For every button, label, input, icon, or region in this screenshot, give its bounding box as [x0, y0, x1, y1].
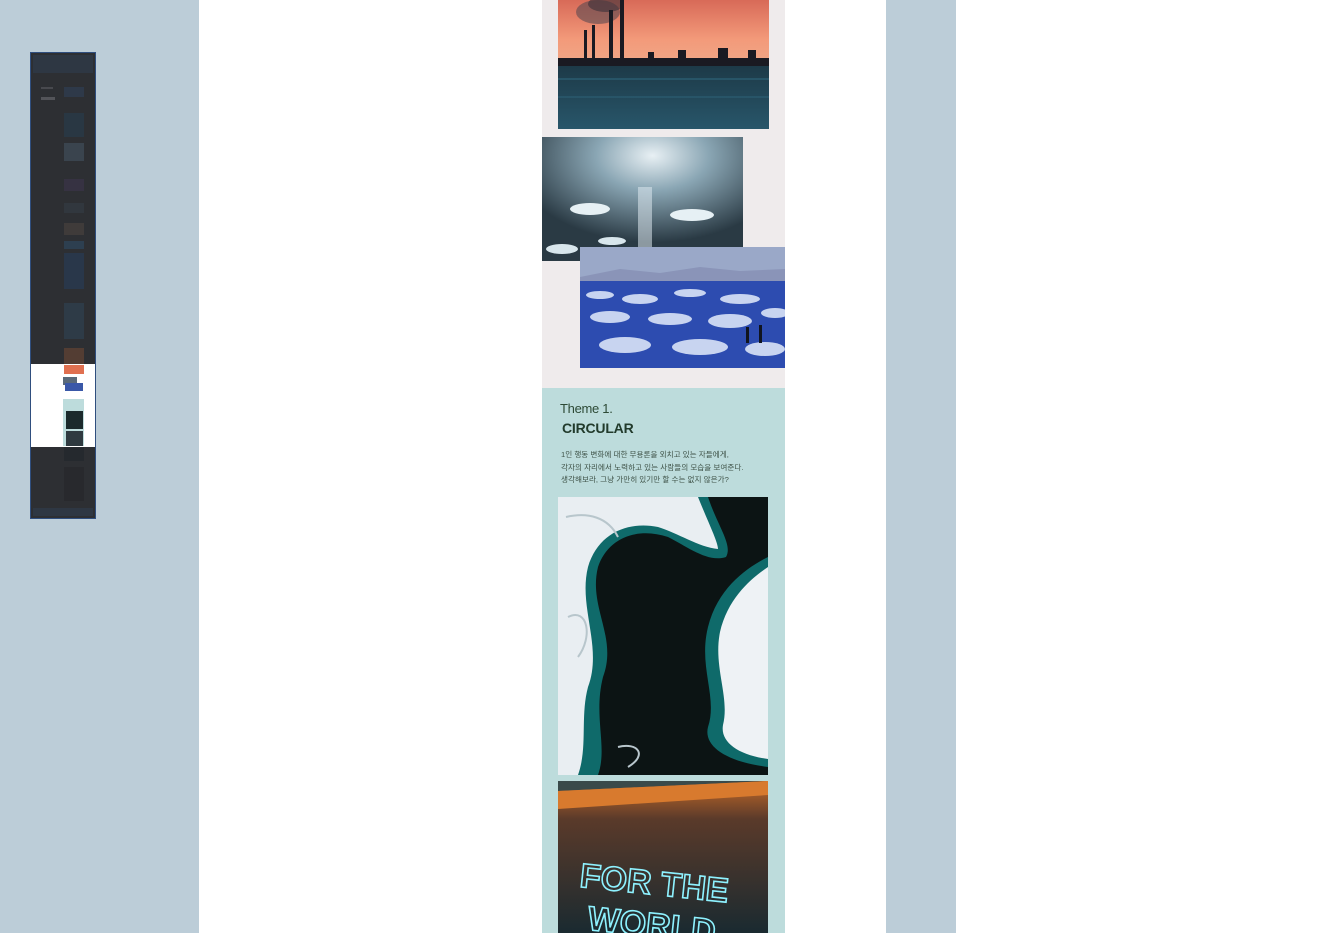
theme-description: 1인 행동 변화에 대한 무용론을 외치고 있는 자들에게, 각자의 자리에서 …: [561, 449, 776, 487]
theme-description-line: 1인 행동 변화에 대한 무용론을 외치고 있는 자들에게,: [561, 450, 729, 459]
left-panel: [0, 0, 199, 933]
theme-title: CIRCULAR: [562, 420, 634, 436]
page-minimap[interactable]: [30, 52, 96, 519]
theme-kicker: Theme 1.: [560, 401, 613, 416]
aerial-glacier-photo: [558, 497, 768, 775]
right-gutter: [886, 0, 956, 933]
ice-sea-photo: [542, 137, 743, 261]
pack-ice-people-photo: [580, 247, 785, 368]
minimap-dim-bottom: [31, 447, 95, 518]
content-column: Theme 1. CIRCULAR 1인 행동 변화에 대한 무용론을 외치고 …: [542, 0, 785, 933]
neon-sign-photo: FOR THE WORLD: [558, 781, 768, 933]
minimap-dim-top: [31, 53, 95, 364]
photo-collage-section: [542, 0, 785, 388]
theme-description-line: 각자의 자리에서 노력하고 있는 사람들의 모습을 보여준다.: [561, 462, 744, 472]
right-panel: [956, 0, 1320, 933]
viewport: Theme 1. CIRCULAR 1인 행동 변화에 대한 무용론을 외치고 …: [0, 0, 1320, 933]
factory-sunset-photo: [558, 0, 769, 129]
theme-description-line: 생각해보라, 그냥 가만히 있기만 할 수는 없지 않은가?: [561, 475, 729, 484]
minimap-page-thumbnail: [31, 53, 95, 518]
theme-section: Theme 1. CIRCULAR 1인 행동 변화에 대한 무용론을 외치고 …: [542, 388, 785, 933]
minimap-viewport-window[interactable]: [31, 364, 95, 447]
